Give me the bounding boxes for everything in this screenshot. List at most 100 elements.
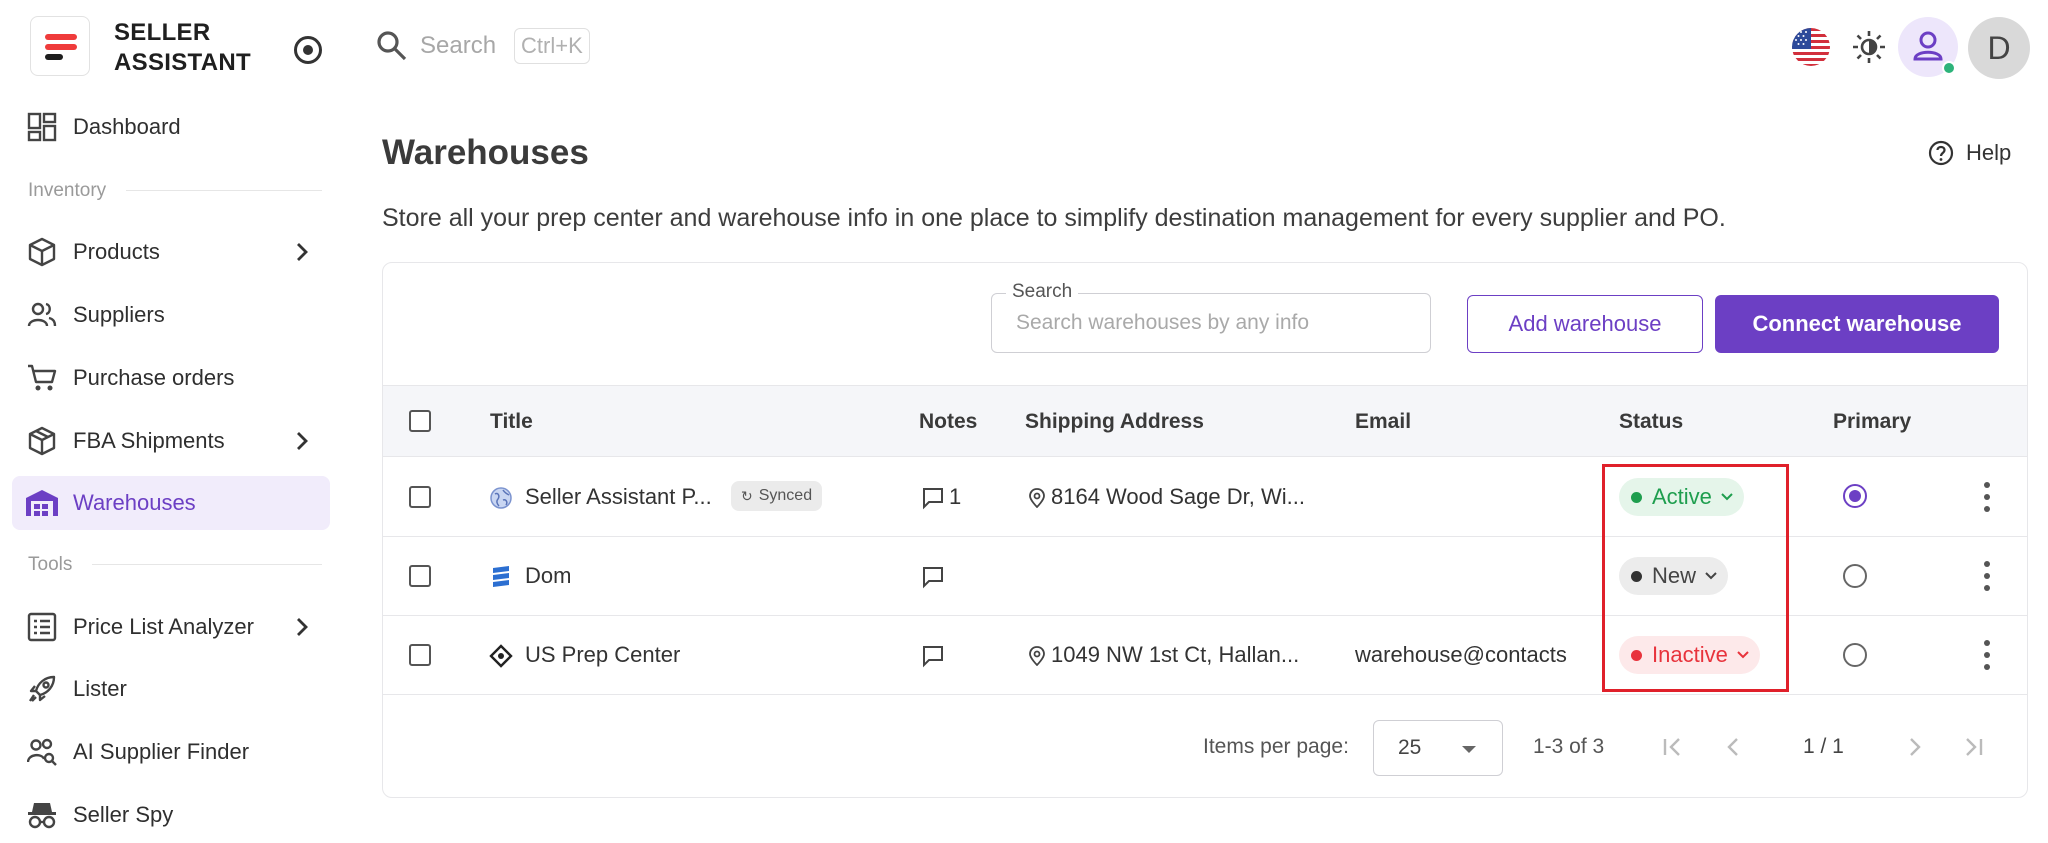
sidebar-item-dashboard[interactable]: Dashboard — [12, 100, 330, 154]
sidebar-item-seller-spy[interactable]: Seller Spy — [12, 788, 330, 842]
pagination-range: 1-3 of 3 — [1533, 735, 1605, 758]
row-checkbox[interactable] — [409, 565, 431, 587]
help-icon — [1928, 140, 1954, 166]
last-page-icon[interactable] — [1959, 732, 1989, 762]
sidebar: SELLER ASSISTANT Dashboard Inventory Pro… — [0, 0, 340, 843]
page-subtitle: Store all your prep center and warehouse… — [382, 204, 1726, 232]
status-highlight-box — [1602, 464, 1789, 692]
shipping-address: 1049 NW 1st Ct, Hallan... — [1051, 642, 1300, 667]
section-label-inventory: Inventory — [28, 180, 107, 201]
divider — [92, 564, 322, 565]
location-pin-icon — [1029, 488, 1045, 508]
items-per-page-label: Items per page: — [1203, 735, 1349, 758]
sidebar-item-price-list-analyzer[interactable]: Price List Analyzer — [12, 600, 330, 654]
warehouse-title[interactable]: Dom — [525, 563, 571, 589]
warehouse-icon — [26, 487, 58, 519]
chevron-right-icon — [297, 243, 308, 261]
warehouse-title[interactable]: US Prep Center — [525, 642, 680, 668]
warehouse-title[interactable]: Seller Assistant P... — [525, 484, 712, 510]
column-header-email[interactable]: Email — [1355, 410, 1411, 434]
page-indicator: 1 / 1 — [1803, 735, 1844, 758]
people-icon — [26, 299, 58, 331]
sidebar-item-label: FBA Shipments — [73, 428, 225, 453]
previous-page-icon[interactable] — [1719, 732, 1749, 762]
help-button[interactable]: Help — [1928, 140, 2011, 166]
sidebar-item-suppliers[interactable]: Suppliers — [12, 288, 330, 342]
global-search[interactable]: Search Ctrl+K — [376, 28, 590, 64]
logo-icon[interactable] — [30, 16, 90, 76]
more-vertical-icon[interactable] — [1983, 640, 1991, 670]
page-title: Warehouses — [382, 133, 589, 172]
email: warehouse@contacts — [1355, 642, 1567, 667]
more-vertical-icon[interactable] — [1983, 561, 1991, 591]
global-search-placeholder: Search — [420, 32, 497, 59]
location-pin-icon — [1029, 646, 1045, 666]
notes-count: 1 — [949, 484, 962, 509]
more-vertical-icon[interactable] — [1983, 482, 1991, 512]
user-profile-button[interactable] — [1898, 17, 1958, 77]
list-icon — [26, 611, 58, 643]
warehouse-search-input[interactable] — [992, 294, 1430, 352]
next-page-icon[interactable] — [1899, 732, 1929, 762]
items-per-page-select[interactable]: 25 — [1373, 720, 1503, 776]
sync-icon: ↻ — [741, 487, 753, 504]
box-icon — [26, 236, 58, 268]
sidebar-item-label: Warehouses — [73, 490, 196, 515]
comment-icon[interactable] — [921, 644, 945, 668]
sidebar-item-warehouses[interactable]: Warehouses — [12, 476, 330, 530]
table-header: Title Notes Shipping Address Email Statu… — [383, 385, 2027, 457]
sidebar-collapse-button[interactable] — [294, 36, 322, 64]
brand-name: SELLER ASSISTANT — [114, 19, 251, 76]
online-status-dot — [1942, 61, 1956, 75]
column-header-shipping-address[interactable]: Shipping Address — [1025, 410, 1204, 434]
primary-radio[interactable] — [1843, 643, 1867, 667]
shipping-address: 8164 Wood Sage Dr, Wi... — [1051, 484, 1305, 509]
row-checkbox[interactable] — [409, 644, 431, 666]
sidebar-item-purchase-orders[interactable]: Purchase orders — [12, 351, 330, 405]
sidebar-item-label: Lister — [73, 676, 127, 701]
chevron-right-icon — [297, 432, 308, 450]
us-flag-icon[interactable] — [1792, 28, 1830, 66]
items-per-page-value: 25 — [1398, 736, 1422, 759]
column-header-notes[interactable]: Notes — [919, 410, 977, 434]
sidebar-item-fba-shipments[interactable]: FBA Shipments — [12, 414, 330, 468]
search-icon — [377, 31, 407, 61]
sidebar-item-label: AI Supplier Finder — [73, 739, 250, 764]
sidebar-item-lister[interactable]: Lister — [12, 662, 330, 716]
section-label-tools: Tools — [28, 554, 73, 575]
sidebar-item-label: Suppliers — [73, 302, 165, 327]
warehouse-search-field[interactable]: Search — [991, 281, 1431, 353]
select-all-checkbox[interactable] — [409, 410, 431, 432]
avatar[interactable]: D — [1968, 17, 2030, 79]
warehouse-logo-icon — [493, 566, 509, 587]
first-page-icon[interactable] — [1657, 732, 1687, 762]
synced-badge: ↻ Synced — [731, 481, 823, 511]
dashboard-icon — [26, 111, 58, 143]
cart-icon — [26, 362, 58, 394]
rocket-icon — [26, 673, 58, 705]
column-header-primary[interactable]: Primary — [1833, 410, 1911, 434]
comment-icon[interactable] — [921, 486, 945, 510]
shipment-box-icon — [26, 425, 58, 457]
dropdown-arrow-icon — [1462, 746, 1476, 753]
globe-icon — [490, 487, 512, 509]
chevron-right-icon — [297, 618, 308, 636]
spy-icon — [26, 799, 58, 831]
column-header-status[interactable]: Status — [1619, 410, 1683, 434]
sidebar-item-ai-supplier-finder[interactable]: AI Supplier Finder — [12, 725, 330, 779]
connect-warehouse-button[interactable]: Connect warehouse — [1715, 295, 1999, 353]
sidebar-item-label: Purchase orders — [73, 365, 235, 390]
add-warehouse-button[interactable]: Add warehouse — [1467, 295, 1703, 353]
primary-radio[interactable] — [1843, 484, 1867, 508]
comment-icon[interactable] — [921, 565, 945, 589]
column-header-title[interactable]: Title — [490, 410, 533, 434]
theme-toggle-icon[interactable] — [1852, 30, 1886, 64]
synced-badge-label: Synced — [758, 487, 813, 504]
warehouse-logo-icon — [489, 644, 513, 668]
primary-radio[interactable] — [1843, 564, 1867, 588]
pagination: Items per page: 25 1-3 of 3 1 / 1 — [383, 718, 2027, 778]
sidebar-item-products[interactable]: Products — [12, 225, 330, 279]
sidebar-item-label: Products — [73, 239, 160, 264]
row-checkbox[interactable] — [409, 486, 431, 508]
search-shortcut: Ctrl+K — [514, 28, 590, 64]
